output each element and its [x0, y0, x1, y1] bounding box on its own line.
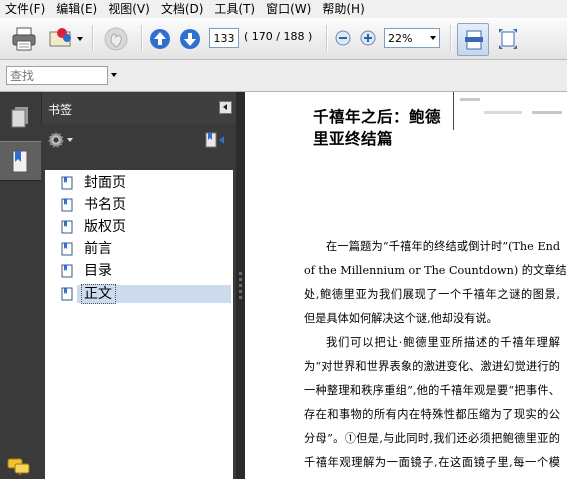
bookmark-item[interactable]: 目录 [61, 261, 115, 281]
new-bookmark-icon[interactable] [204, 131, 228, 152]
page-number-input[interactable] [209, 28, 239, 48]
next-page-icon[interactable] [179, 28, 201, 53]
zoom-in-icon[interactable] [360, 30, 376, 49]
zoom-input[interactable] [385, 29, 428, 47]
chapter-title: 千禧年之后：鲍德 里亚终结篇 [313, 106, 453, 150]
zoom-select[interactable] [384, 28, 440, 48]
bookmark-label: 版权页 [84, 219, 126, 235]
page-count-label: ( 170 / 188 ) [244, 30, 313, 43]
bookmark-icon [61, 198, 73, 212]
fit-width-icon [464, 29, 484, 54]
bookmark-item[interactable]: 前言 [61, 239, 115, 259]
comments-icon[interactable] [7, 458, 31, 479]
zoom-out-icon[interactable] [335, 30, 351, 49]
grip-dot [239, 284, 242, 287]
grip-dot [239, 272, 242, 275]
bookmarks-panel-header: 书签 [41, 92, 236, 124]
bookmark-icon [61, 242, 73, 256]
document-view[interactable]: 千禧年之后：鲍德 里亚终结篇 在一篇题为“千禧年的终结或倒计时”(The End… [245, 92, 567, 479]
chevron-down-icon[interactable] [111, 73, 117, 77]
grip-dot [239, 290, 242, 293]
scanned-header-strip [453, 92, 567, 130]
print-icon[interactable] [11, 26, 37, 55]
menu-bar: 文件(F) 编辑(E) 视图(V) 文档(D) 工具(T) 窗口(W) 帮助(H… [0, 0, 567, 18]
toolbar: ( 170 / 188 ) [0, 18, 567, 60]
chapter-title-line: 千禧年之后：鲍德 [313, 107, 442, 126]
grip-dot [239, 278, 242, 281]
find-bar [0, 60, 567, 92]
email-share-icon[interactable] [48, 27, 84, 54]
text-line: 一种整理和秩序重组”,他的千禧年观是要“把事件、 [304, 384, 560, 397]
grip-dot [239, 296, 242, 299]
bookmark-list: 封面页 书名页 版权页 前言 目录 正文 [45, 170, 233, 479]
chevron-down-icon[interactable] [430, 36, 436, 40]
pages-tab[interactable] [0, 98, 41, 138]
menu-edit[interactable]: 编辑(E) [51, 0, 103, 18]
text-line: 存在和事物的所有内在特殊性都压缩为了现实的公 [304, 408, 560, 421]
toolbar-separator [326, 25, 328, 51]
menu-window[interactable]: 窗口(W) [261, 0, 317, 18]
menu-document[interactable]: 文档(D) [156, 0, 210, 18]
bookmark-icon [61, 287, 73, 301]
bookmark-item[interactable]: 封面页 [61, 173, 129, 193]
text-line: 在一篇题为“千禧年的终结或倒计时”(The End [326, 240, 560, 253]
gear-icon[interactable] [47, 131, 77, 152]
bookmark-label: 正文 [81, 284, 116, 304]
text-line: of the Millennium or The Countdown) 的文章结… [304, 264, 567, 277]
pages-icon [9, 106, 31, 133]
bookmarks-panel-tools [41, 124, 236, 170]
toolbar-separator [141, 25, 143, 51]
text-line: 我们可以把让·鲍德里亚所描述的千禧年理解 [326, 336, 560, 349]
bookmark-label: 书名页 [84, 197, 126, 213]
navigation-pane-strip [0, 92, 41, 479]
bookmark-label: 封面页 [84, 175, 126, 191]
fit-page-icon [498, 28, 518, 53]
bookmark-icon [61, 264, 73, 278]
scan-noise [484, 111, 522, 114]
scan-noise [532, 111, 562, 114]
previous-page-icon[interactable] [149, 28, 171, 53]
bookmark-label: 目录 [84, 263, 112, 279]
bookmark-label: 前言 [84, 241, 112, 257]
bookmark-icon [61, 220, 73, 234]
bookmark-item[interactable]: 版权页 [61, 217, 129, 237]
menu-help[interactable]: 帮助(H) [317, 0, 370, 18]
menu-file[interactable]: 文件(F) [0, 0, 51, 18]
panel-title: 书签 [48, 103, 73, 117]
menu-view[interactable]: 视图(V) [103, 0, 156, 18]
text-line: 处,鲍德里亚为我们展现了一个千禧年之谜的图景, [304, 288, 560, 301]
menu-tools[interactable]: 工具(T) [209, 0, 261, 18]
toolbar-separator [92, 25, 94, 51]
bookmark-icon [9, 149, 31, 178]
panel-splitter[interactable] [236, 92, 245, 479]
bookmark-item[interactable]: 书名页 [61, 195, 129, 215]
chapter-title-line: 里亚终结篇 [313, 129, 394, 148]
text-line: 但是具体如何解决这个谜,他却没有说。 [304, 312, 498, 325]
bookmark-icon [61, 176, 73, 190]
fit-width-button[interactable] [457, 23, 489, 56]
toolbar-separator [450, 25, 452, 51]
find-input[interactable] [6, 66, 108, 85]
collapse-panel-button[interactable] [219, 101, 232, 114]
text-line: 为“对世界和世界表象的激进变化、激进幻觉进行的 [304, 360, 560, 373]
bookmarks-tab[interactable] [0, 141, 41, 181]
hand-tool-icon[interactable] [101, 26, 131, 55]
bookmark-item-selected[interactable]: 正文 [61, 284, 116, 304]
scan-noise [460, 98, 480, 101]
text-line: 千禧年观理解为一面镜子,在这面镜子里,每一个模 [304, 456, 560, 469]
text-line: 分母”。①但是,与此同时,我们还必须把鲍德里亚的 [304, 432, 560, 445]
fit-page-button[interactable] [492, 23, 524, 56]
